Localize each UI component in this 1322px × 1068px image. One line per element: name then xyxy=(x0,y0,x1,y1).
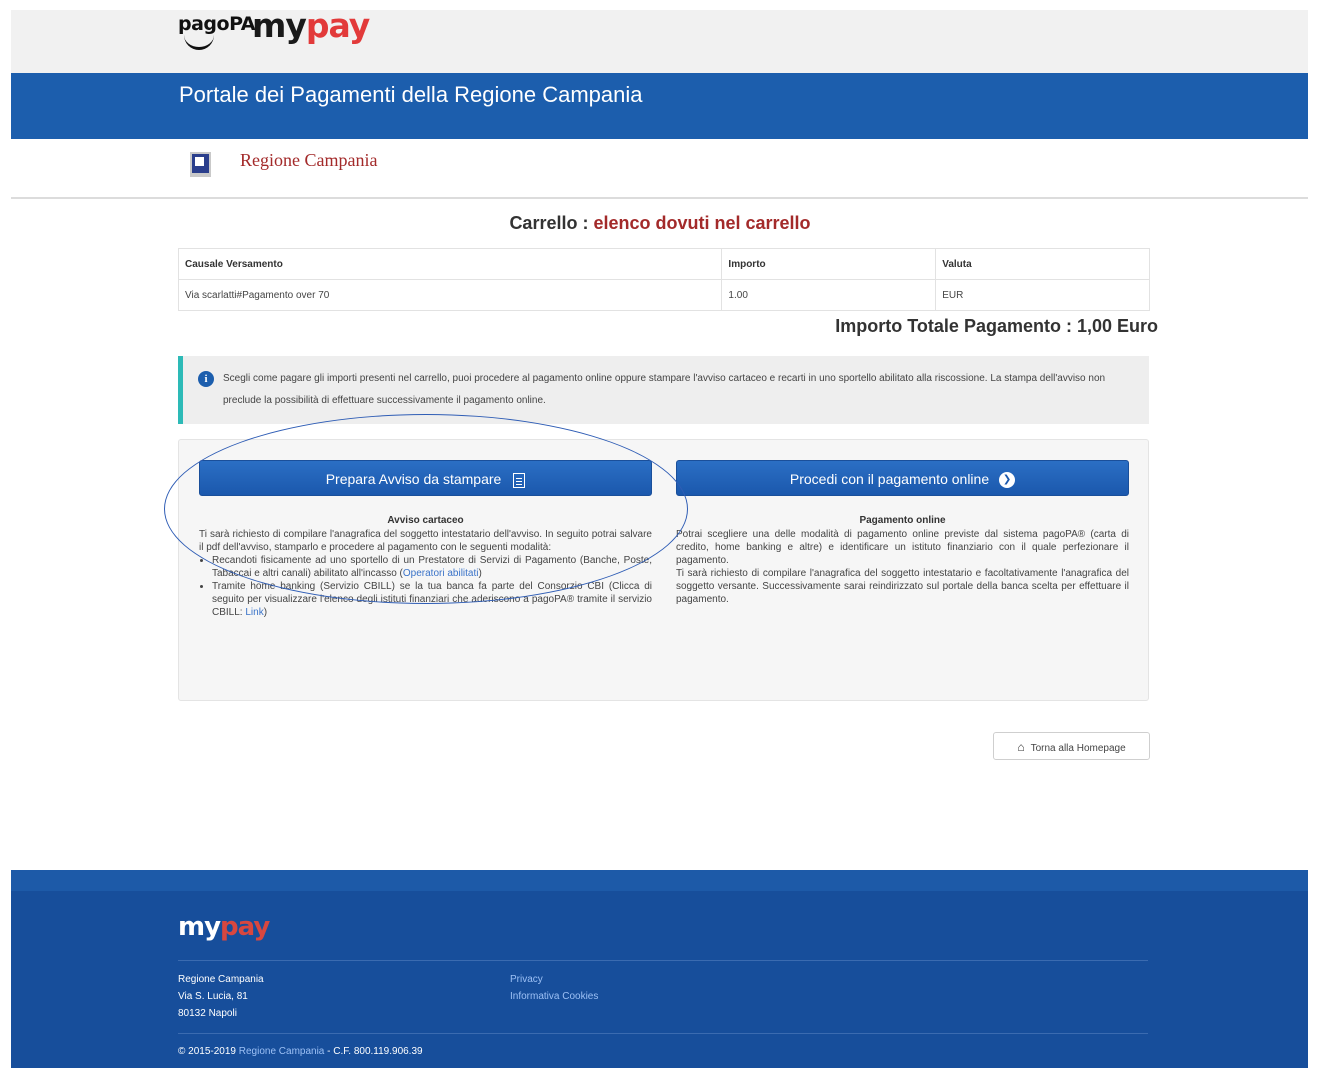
footer-links: Privacy Informativa Cookies xyxy=(510,971,598,1005)
footer-mypay-logo: mypay xyxy=(178,912,270,942)
cart-title-suffix: elenco dovuti nel carrello xyxy=(593,213,811,233)
footer xyxy=(11,870,1308,1068)
bullet2-text: Tramite home banking (Servizio CBILL) se… xyxy=(212,581,652,618)
authorized-operators-link[interactable]: Operatori abilitati xyxy=(403,568,479,579)
footer-copyright: © 2015-2019 Regione Campania - C.F. 800.… xyxy=(178,1046,423,1057)
mypay-logo-pay: pay xyxy=(305,6,370,45)
regione-campania-link[interactable]: Regione Campania xyxy=(239,1046,325,1057)
footer-address: Regione Campania Via S. Lucia, 81 80132 … xyxy=(178,971,264,1022)
online-text-1: Potrai scegliere una delle modalità di p… xyxy=(676,529,1129,566)
regione-name[interactable]: Regione Campania xyxy=(240,150,377,171)
total-amount: Importo Totale Pagamento : 1,00 Euro xyxy=(835,316,1158,336)
online-text-2: Ti sarà richiesto di compilare l'anagraf… xyxy=(676,568,1129,605)
column-header-causale: Causale Versamento xyxy=(177,248,723,280)
paper-notice-title: Avviso cartaceo xyxy=(387,515,464,526)
back-to-homepage-button[interactable]: ⌂ Torna alla Homepage xyxy=(993,732,1150,760)
cookie-policy-link[interactable]: Informativa Cookies xyxy=(510,988,598,1005)
back-to-homepage-label: Torna alla Homepage xyxy=(1030,743,1126,754)
list-item: Tramite home banking (Servizio CBILL) se… xyxy=(212,580,652,619)
footer-address-line: Via S. Lucia, 81 xyxy=(178,991,248,1002)
cell-causale: Via scarlatti#Pagamento over 70 xyxy=(177,279,723,311)
bullet2-end: ) xyxy=(263,607,268,618)
info-text: Scegli come pagare gli importi presenti … xyxy=(223,373,1106,406)
footer-address-line: 80132 Napoli xyxy=(178,1008,237,1019)
column-header-valuta: Valuta xyxy=(935,248,1150,280)
column-header-importo: Importo xyxy=(721,248,937,280)
cart-title-prefix: Carrello : xyxy=(509,213,594,233)
info-alert: i Scegli come pagare gli importi present… xyxy=(178,356,1149,424)
cbill-link[interactable]: Link xyxy=(245,607,263,618)
footer-divider xyxy=(178,1033,1148,1034)
regione-crest-icon xyxy=(190,152,211,177)
mypay-logo[interactable]: mypay xyxy=(252,6,370,45)
paper-notice-list: Recandoti fisicamente ad uno sportello d… xyxy=(199,554,652,619)
footer-address-line: Regione Campania xyxy=(178,974,264,985)
portal-title: Portale dei Pagamenti della Regione Camp… xyxy=(179,82,643,107)
table-row: Via scarlatti#Pagamento over 70 1.00 EUR xyxy=(177,279,1150,311)
document-icon xyxy=(513,472,526,488)
footer-logo-my: my xyxy=(178,912,221,942)
bullet1-end: ) xyxy=(478,568,482,579)
prepare-notice-label: Prepara Avviso da stampare xyxy=(325,471,502,487)
footer-logo-pay: pay xyxy=(220,912,270,942)
cart-title: Carrello : elenco dovuti nel carrello xyxy=(0,213,1320,234)
pagopa-logo[interactable]: pagoPA xyxy=(178,13,255,50)
copyright-suffix: - C.F. 800.119.906.39 xyxy=(324,1046,423,1057)
copyright-prefix: © 2015-2019 xyxy=(178,1046,239,1057)
cell-importo: 1.00 xyxy=(721,279,937,311)
paper-notice-description: Ti sarà richiesto di compilare l'anagraf… xyxy=(199,528,652,619)
table-header-row: Causale Versamento Importo Valuta xyxy=(177,248,1150,280)
privacy-link[interactable]: Privacy xyxy=(510,971,598,988)
online-payment-description: Potrai scegliere una delle modalità di p… xyxy=(676,528,1129,606)
online-payment-title: Pagamento online xyxy=(859,515,946,526)
info-icon: i xyxy=(198,371,214,387)
footer-top-band xyxy=(11,870,1308,891)
chevron-right-circle-icon: ❯ xyxy=(999,472,1016,489)
footer-divider xyxy=(178,960,1148,961)
paper-notice-intro: Ti sarà richiesto di compilare l'anagraf… xyxy=(199,529,652,553)
cell-valuta: EUR xyxy=(935,279,1150,311)
pay-online-button[interactable]: Procedi con il pagamento online ❯ xyxy=(676,460,1129,496)
home-icon: ⌂ xyxy=(1017,740,1025,754)
cart-table: Causale Versamento Importo Valuta Via sc… xyxy=(177,248,1150,311)
mypay-logo-my: my xyxy=(252,6,307,45)
pagopa-logo-text: pagoPA xyxy=(178,13,255,35)
pay-online-label: Procedi con il pagamento online xyxy=(789,471,990,487)
list-item: Recandoti fisicamente ad uno sportello d… xyxy=(212,554,652,580)
prepare-notice-button[interactable]: Prepara Avviso da stampare xyxy=(199,460,652,496)
